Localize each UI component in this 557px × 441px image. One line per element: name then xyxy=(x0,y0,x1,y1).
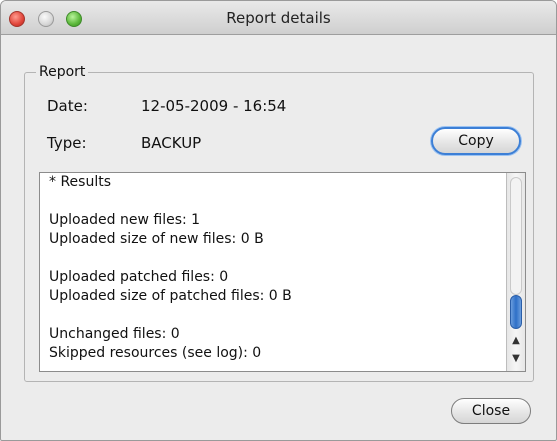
scroll-thumb[interactable] xyxy=(510,295,522,329)
results-line: Uploaded new files: 1 xyxy=(49,212,201,228)
type-label: Type: xyxy=(47,134,87,152)
vertical-scrollbar[interactable]: ▲ ▼ xyxy=(506,173,525,371)
results-text: * Results Uploaded new files: 1 Uploaded… xyxy=(49,173,499,363)
results-line: Unchanged files: 0 xyxy=(49,326,180,342)
results-header: * Results xyxy=(49,174,112,190)
date-label: Date: xyxy=(47,97,88,115)
report-group-title: Report xyxy=(36,63,89,81)
results-line: Skipped resources (see log): 0 xyxy=(49,345,262,361)
results-line: Uploaded size of new files: 0 B xyxy=(49,231,264,247)
report-details-window: Report details Report Date: 12-05-2009 -… xyxy=(0,0,557,441)
scroll-track[interactable] xyxy=(510,177,522,295)
close-button[interactable]: Close xyxy=(451,398,531,424)
results-textarea[interactable]: * Results Uploaded new files: 1 Uploaded… xyxy=(39,172,526,372)
arrow-down-icon[interactable]: ▼ xyxy=(509,351,523,367)
title-bar[interactable]: Report details xyxy=(1,1,556,35)
results-line: Uploaded size of patched files: 0 B xyxy=(49,288,292,304)
date-value: 12-05-2009 - 16:54 xyxy=(141,97,287,115)
results-line: Uploaded patched files: 0 xyxy=(49,269,229,285)
arrow-up-icon[interactable]: ▲ xyxy=(509,333,523,349)
copy-button[interactable]: Copy xyxy=(431,127,521,155)
window-title: Report details xyxy=(226,9,331,27)
type-value: BACKUP xyxy=(141,134,202,152)
